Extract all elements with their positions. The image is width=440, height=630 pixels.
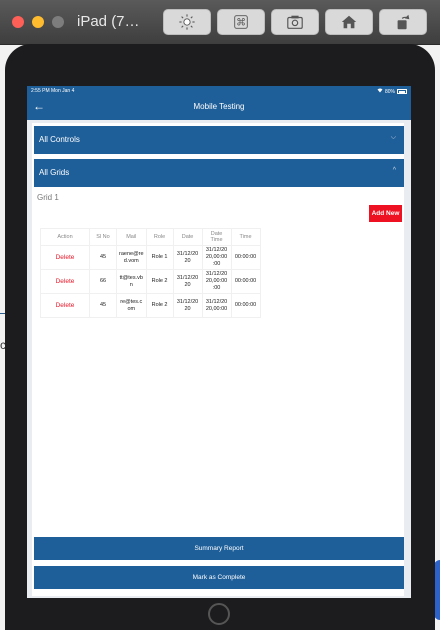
column-header: Mail (116, 228, 147, 246)
section-all-grids[interactable]: All Grids ^ (34, 159, 404, 187)
table-row: Delete 66 tt@tes.vb n Role 2 31/12/20 20… (40, 269, 261, 294)
cell-date-time: 31/12/20 20,00:00 :00 (201, 245, 232, 270)
rotate-button[interactable] (379, 9, 427, 35)
column-header: Date (172, 228, 203, 246)
cell-sl-no: 66 (89, 269, 117, 294)
chevron-up-icon: ^ (392, 167, 396, 174)
add-new-button[interactable]: Add New (369, 205, 402, 222)
zoom-window-button[interactable] (52, 16, 64, 28)
screenshot-icon (287, 15, 303, 29)
delete-button[interactable]: Delete (40, 245, 90, 270)
column-header: Role (145, 228, 174, 246)
wifi-icon (377, 88, 383, 95)
battery-percent: 80% (384, 88, 395, 95)
column-header: Sl No (89, 228, 117, 246)
cell-time: 00:00:00 (230, 245, 261, 270)
cell-time: 00:00:00 (230, 293, 261, 318)
column-header: Action (40, 228, 90, 246)
brightness-button[interactable] (163, 9, 211, 35)
form-card: All Controls ⌵ All Grids ^ Grid 1 Add Ne… (32, 123, 404, 596)
delete-button[interactable]: Delete (40, 269, 90, 294)
screenshot-button[interactable] (271, 9, 319, 35)
cell-role: Role 2 (145, 269, 174, 294)
command-icon: ⌘ (234, 15, 248, 29)
cell-date: 31/12/20 20 (172, 269, 203, 294)
cell-role: Role 1 (145, 245, 174, 270)
cell-date: 31/12/20 20 (172, 293, 203, 318)
brightness-icon (179, 14, 195, 30)
page-title: Mobile Testing (193, 102, 245, 111)
cell-mail: re@tes.c om (116, 293, 147, 318)
table-row: Delete 45 raene@re d.vom Role 1 31/12/20… (40, 245, 261, 270)
chevron-down-icon: ⌵ (390, 134, 396, 141)
main-content: All Controls ⌵ All Grids ^ Grid 1 Add Ne… (27, 120, 411, 598)
table-row: Delete 45 re@tes.c om Role 2 31/12/20 20… (40, 293, 261, 318)
summary-report-button[interactable]: Summary Report (34, 537, 404, 560)
cell-mail: raene@re d.vom (116, 245, 147, 270)
column-header: Date Time (201, 228, 232, 246)
section-label: All Controls (39, 135, 80, 144)
rotate-icon (397, 14, 410, 30)
cell-role: Role 2 (145, 293, 174, 318)
home-button[interactable] (325, 9, 373, 35)
mark-complete-button[interactable]: Mark as Complete (34, 566, 404, 589)
battery-icon (397, 89, 407, 94)
cell-date: 31/12/20 20 (172, 245, 203, 270)
close-window-button[interactable] (12, 16, 24, 28)
ipad-home-button[interactable] (208, 603, 230, 625)
column-header: Time (230, 228, 261, 246)
grid-header-row: Action Sl No Mail Role Date Date Time Ti… (40, 228, 261, 246)
grid-title: Grid 1 (37, 193, 59, 202)
minimize-window-button[interactable] (32, 16, 44, 28)
cell-sl-no: 45 (89, 245, 117, 270)
simulator-toolbar: iPad (7… ⌘ (0, 0, 440, 45)
cell-sl-no: 45 (89, 293, 117, 318)
delete-button[interactable]: Delete (40, 293, 90, 318)
cell-time: 00:00:00 (230, 269, 261, 294)
simulator-title: iPad (7… (77, 13, 140, 30)
cell-mail: tt@tes.vb n (116, 269, 147, 294)
command-button[interactable]: ⌘ (217, 9, 265, 35)
svg-text:⌘: ⌘ (236, 18, 246, 29)
section-all-controls[interactable]: All Controls ⌵ (34, 126, 404, 154)
cell-date-time: 31/12/20 20,00:00 (201, 293, 232, 318)
ipad-screen: 2:55 PM Mon Jan 4 80% ← Mobile Testing A… (27, 86, 411, 598)
status-time: 2:55 PM Mon Jan 4 (31, 88, 75, 94)
data-grid: Action Sl No Mail Role Date Date Time Ti… (40, 228, 261, 318)
status-bar: 2:55 PM Mon Jan 4 80% (27, 86, 411, 96)
home-icon (341, 15, 357, 29)
section-label: All Grids (39, 168, 70, 177)
nav-bar: ← Mobile Testing (27, 96, 411, 120)
cell-date-time: 31/12/20 20,00:00 :00 (201, 269, 232, 294)
